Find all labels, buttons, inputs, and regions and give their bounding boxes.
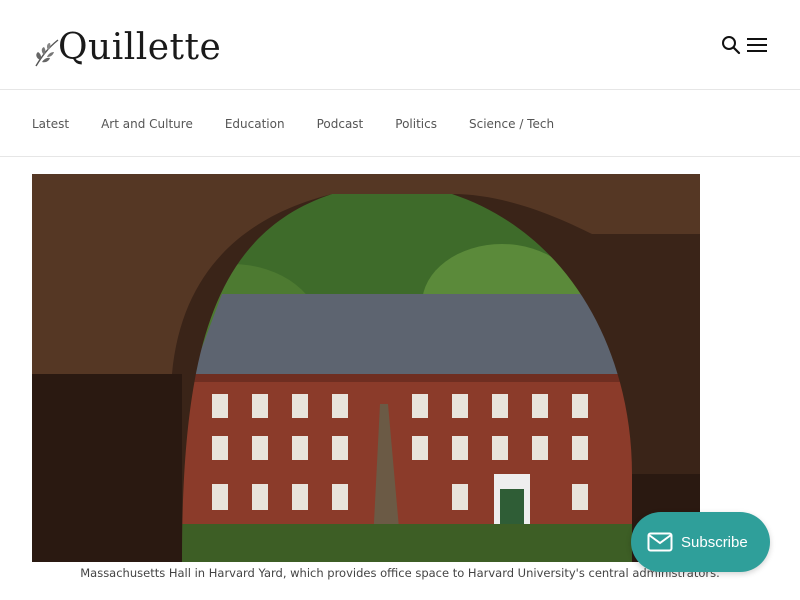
- mail-icon: [647, 532, 673, 552]
- logo-text: Quillette: [58, 27, 222, 68]
- nav-item-science-tech[interactable]: Science / Tech: [469, 117, 554, 131]
- hero-image: [32, 174, 700, 562]
- search-icon[interactable]: [720, 34, 742, 56]
- subscribe-label: Subscribe: [681, 533, 748, 551]
- primary-nav: Latest Art and Culture Education Podcast…: [0, 91, 800, 157]
- nav-item-latest[interactable]: Latest: [32, 117, 69, 131]
- nav-item-education[interactable]: Education: [225, 117, 285, 131]
- subscribe-button[interactable]: Subscribe: [631, 512, 770, 572]
- nav-item-politics[interactable]: Politics: [395, 117, 437, 131]
- header-actions: [720, 34, 768, 56]
- hero-photo-massachusetts-hall: [32, 174, 700, 562]
- site-header: Quillette: [0, 0, 800, 90]
- nav-item-art-and-culture[interactable]: Art and Culture: [101, 117, 193, 131]
- site-logo[interactable]: Quillette: [32, 24, 222, 72]
- nav-item-podcast[interactable]: Podcast: [317, 117, 364, 131]
- menu-icon[interactable]: [746, 34, 768, 56]
- nav-list: Latest Art and Culture Education Podcast…: [32, 91, 586, 157]
